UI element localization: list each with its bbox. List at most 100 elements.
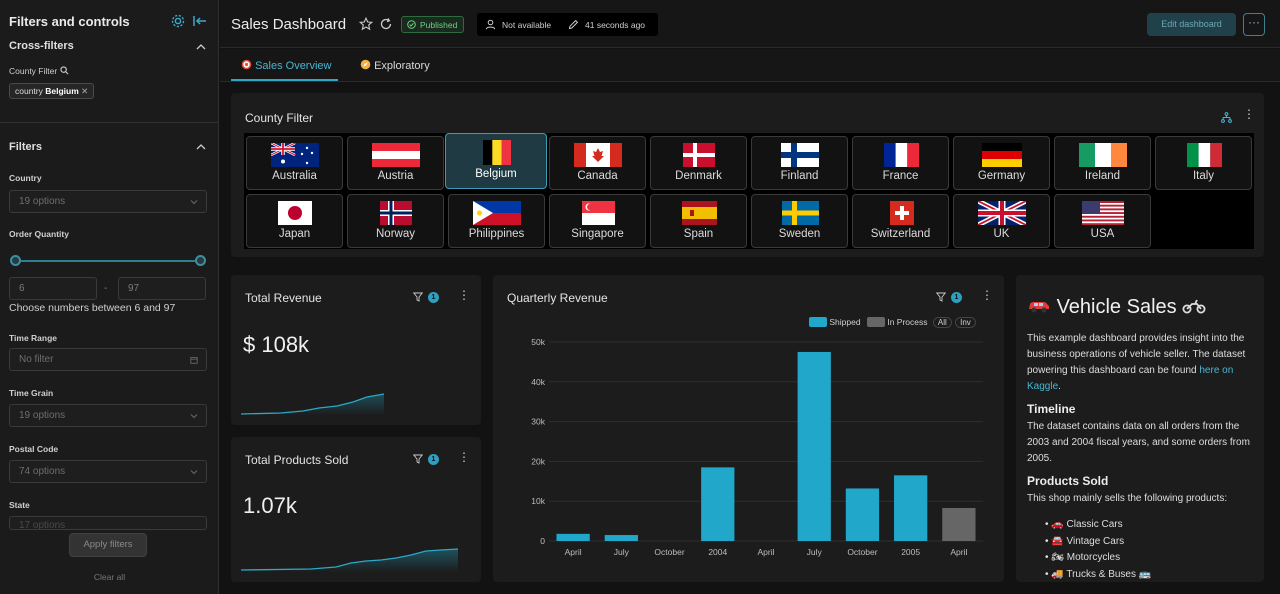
country-select[interactable]: 19 options <box>9 190 207 213</box>
total-products-title: Total Products Sold <box>245 453 349 467</box>
tab-exploratory[interactable]: Exploratory <box>360 59 430 72</box>
country-tile-germany[interactable]: Germany <box>953 136 1050 190</box>
country-tile-norway[interactable]: Norway <box>347 194 444 248</box>
revenue-trendline <box>241 393 385 415</box>
order-quantity-slider-track[interactable] <box>15 260 201 262</box>
country-filter-card: County Filter ⋮ Australia Austria Belgiu… <box>231 93 1264 257</box>
list-item: • 🚗 Classic Cars <box>1045 519 1123 530</box>
legend-item-in-process[interactable]: In Process <box>866 317 927 327</box>
country-label: Country <box>9 173 42 183</box>
min-quantity-input[interactable]: 6 <box>9 277 97 300</box>
time-grain-label: Time Grain <box>9 388 54 398</box>
flag-singapore-icon <box>582 201 615 225</box>
legend-swatch <box>866 317 885 327</box>
x-tick-label: October <box>847 547 877 557</box>
products-trendline <box>241 548 459 572</box>
x-tick-label: 2004 <box>708 547 727 557</box>
max-quantity-input[interactable]: 97 <box>118 277 206 300</box>
country-tile-singapore[interactable]: Singapore <box>549 194 646 248</box>
status-badge[interactable]: Published <box>401 16 465 33</box>
more-icon[interactable]: ⋮ <box>1243 108 1255 120</box>
country-tile-belgium[interactable]: Belgium <box>445 133 547 189</box>
country-tile-denmark[interactable]: Denmark <box>650 136 747 190</box>
owner-text: Not available <box>502 20 552 30</box>
country-tile-japan[interactable]: Japan <box>246 194 343 248</box>
chevron-up-icon[interactable] <box>196 42 206 52</box>
time-range-input[interactable]: No filter <box>9 348 207 371</box>
state-select[interactable]: 17 options <box>9 516 207 530</box>
time-grain-select[interactable]: 19 options <box>9 404 207 427</box>
legend-invert-button[interactable]: Inv <box>955 317 976 328</box>
country-tile-australia[interactable]: Australia <box>246 136 343 190</box>
dashboard-title: Sales Dashboard <box>231 16 347 33</box>
filter-icon[interactable] <box>936 292 946 302</box>
bar <box>845 488 880 541</box>
filter-icon[interactable] <box>413 292 423 302</box>
close-icon[interactable]: ✕ <box>81 86 88 96</box>
user-icon <box>485 19 496 30</box>
chevron-down-icon <box>190 470 198 475</box>
more-icon[interactable]: ⋮ <box>458 451 470 463</box>
apply-filters-button[interactable]: Apply filters <box>69 533 147 557</box>
flag-ireland-icon <box>1079 143 1127 167</box>
star-icon[interactable] <box>359 17 373 31</box>
bar <box>797 351 831 541</box>
edit-dashboard-button[interactable]: Edit dashboard <box>1147 13 1236 36</box>
x-tick-label: April <box>565 547 582 557</box>
postal-code-select[interactable]: 74 options <box>9 460 207 483</box>
time-range-label: Time Range <box>9 333 58 343</box>
country-tile-france[interactable]: France <box>852 136 949 190</box>
hierarchy-icon[interactable] <box>1221 112 1232 123</box>
more-actions-button[interactable]: ··· <box>1243 13 1265 36</box>
y-tick-label: 50k <box>531 337 545 347</box>
compass-icon <box>360 59 371 70</box>
total-revenue-value: $ 108k <box>243 332 310 357</box>
country-tile-switzerland[interactable]: Switzerland <box>852 194 949 248</box>
x-tick-label: April <box>757 547 774 557</box>
filters-heading: Filters <box>9 141 43 153</box>
country-tile-usa[interactable]: USA <box>1054 194 1151 248</box>
bar <box>942 507 976 541</box>
flag-sweden-icon <box>782 201 819 225</box>
timeline-text: The dataset contains data on all orders … <box>1027 421 1250 464</box>
country-tile-philippines[interactable]: Philippines <box>448 194 545 248</box>
country-tile-spain[interactable]: Spain <box>650 194 747 248</box>
country-tile-austria[interactable]: Austria <box>347 136 444 190</box>
chevron-up-icon[interactable] <box>196 142 206 152</box>
y-tick-label: 10k <box>531 496 545 506</box>
flag-denmark-icon <box>683 143 715 167</box>
flag-france-icon <box>884 143 919 167</box>
country-tile-uk[interactable]: UK <box>953 194 1050 248</box>
country-tile-canada[interactable]: Canada <box>549 136 646 190</box>
clear-all-link[interactable]: Clear all <box>0 572 219 582</box>
cross-filter-chip[interactable]: country Belgium ✕ <box>9 83 95 99</box>
gear-icon[interactable] <box>170 13 186 29</box>
y-tick-label: 30k <box>531 417 545 427</box>
slider-max-handle[interactable] <box>195 255 206 266</box>
chevron-down-icon <box>190 414 198 419</box>
country-tile-ireland[interactable]: Ireland <box>1054 136 1151 190</box>
list-item: • 🚚 Trucks & Buses 🚌 <box>1045 568 1152 580</box>
country-tile-sweden[interactable]: Sweden <box>751 194 848 248</box>
flag-austria-icon <box>372 143 420 167</box>
more-icon[interactable]: ⋮ <box>458 289 470 301</box>
legend-item-shipped[interactable]: Shipped <box>809 317 861 327</box>
quarterly-revenue-title: Quarterly Revenue <box>507 291 608 305</box>
tab-sales-overview[interactable]: Sales Overview <box>241 59 331 72</box>
postal-code-label: Postal Code <box>9 444 59 454</box>
modified-text: 41 seconds ago <box>585 20 646 30</box>
chevron-down-icon <box>190 200 198 205</box>
more-icon[interactable]: ⋮ <box>981 289 993 301</box>
bar <box>604 535 638 541</box>
refresh-icon[interactable] <box>379 17 393 31</box>
country-tile-finland[interactable]: Finland <box>751 136 848 190</box>
legend-all-button[interactable]: All <box>932 317 952 328</box>
target-icon <box>241 59 252 70</box>
filter-icon[interactable] <box>413 454 423 464</box>
y-tick-label: 0 <box>540 536 545 546</box>
flag-usa-icon <box>1082 201 1124 225</box>
collapse-icon[interactable] <box>192 13 208 29</box>
country-tile-italy[interactable]: Italy <box>1155 136 1252 190</box>
slider-min-handle[interactable] <box>10 255 21 266</box>
x-tick-label: July <box>807 547 823 557</box>
